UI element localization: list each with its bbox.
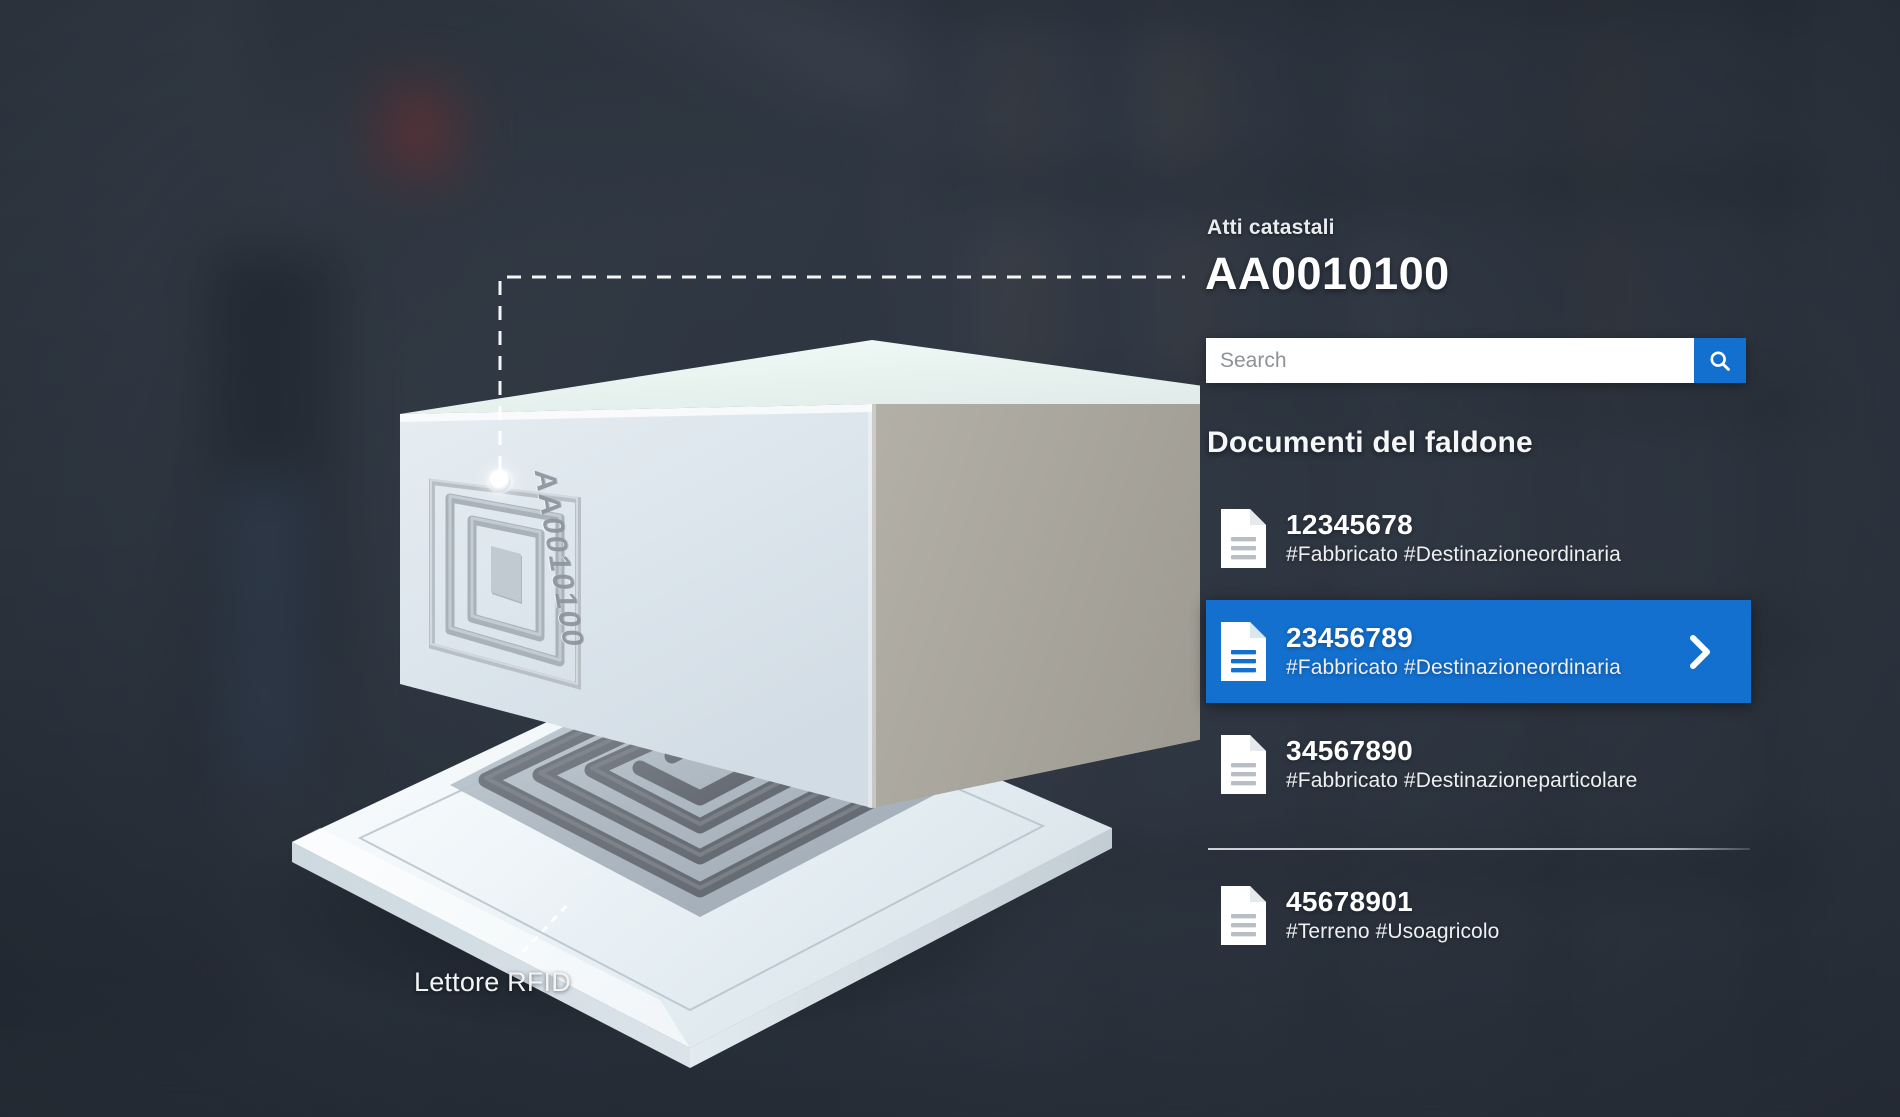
document-id: 12345678 xyxy=(1286,508,1413,540)
document-icon xyxy=(1221,886,1266,945)
search-input[interactable] xyxy=(1206,338,1694,383)
document-tags: #Fabbricato #Destinazioneordinaria xyxy=(1286,655,1621,679)
document-id: 45678901 xyxy=(1286,885,1413,917)
scene-stage: AA0010100 Lettore RFID Atti catastali AA… xyxy=(0,0,1900,1117)
document-row-4[interactable]: 45678901 #Terreno #Usoagricolo xyxy=(1200,864,1760,967)
document-row-2-selected[interactable]: 23456789 #Fabbricato #Destinazioneordina… xyxy=(1206,600,1751,703)
search-bar xyxy=(1206,338,1746,383)
document-icon xyxy=(1221,735,1266,794)
rfid-reader-pad xyxy=(0,0,1200,1117)
search-button[interactable] xyxy=(1694,338,1746,383)
document-tags: #Fabbricato #Destinazioneparticolare xyxy=(1286,768,1638,792)
document-icon xyxy=(1221,622,1266,681)
document-id: 34567890 xyxy=(1286,734,1413,766)
rfid-3d-illustration: AA0010100 Lettore RFID xyxy=(0,0,1200,1117)
rfid-hotspot-indicator xyxy=(489,470,511,492)
list-divider xyxy=(1208,848,1750,850)
document-row-3[interactable]: 34567890 #Fabbricato #Destinazionepartic… xyxy=(1200,713,1760,816)
reader-callout-label: Lettore RFID xyxy=(414,967,571,997)
document-tags: #Terreno #Usoagricolo xyxy=(1286,919,1500,943)
section-title: Documenti del faldone xyxy=(1207,426,1533,459)
document-id: 23456789 xyxy=(1286,621,1413,653)
document-row-1[interactable]: 12345678 #Fabbricato #Destinazioneordina… xyxy=(1200,487,1760,590)
document-list: 12345678 #Fabbricato #Destinazioneordina… xyxy=(1200,487,1760,967)
search-icon xyxy=(1710,350,1730,371)
document-icon xyxy=(1221,509,1266,568)
info-panel: Atti catastali AA0010100 Documenti del f… xyxy=(1200,0,1900,1117)
document-tags: #Fabbricato #Destinazioneordinaria xyxy=(1286,542,1621,566)
record-category-label: Atti catastali xyxy=(1207,216,1335,239)
chevron-right-icon[interactable] xyxy=(1687,632,1713,672)
record-id-title: AA0010100 xyxy=(1205,248,1450,299)
